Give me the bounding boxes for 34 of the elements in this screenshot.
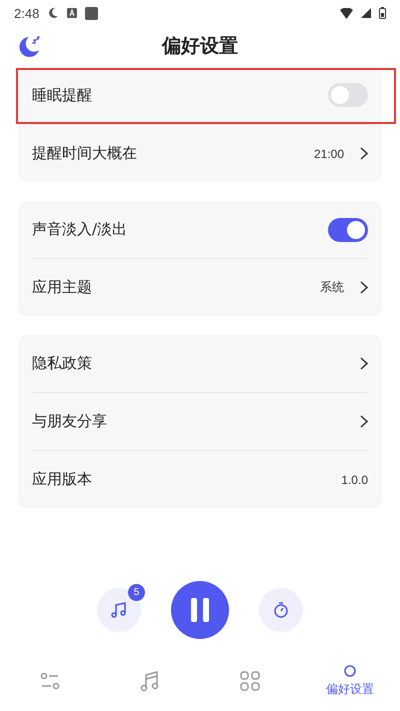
chevron-right-icon[interactable] bbox=[360, 357, 368, 370]
count-badge: 5 bbox=[128, 584, 145, 601]
toggle-switch[interactable] bbox=[328, 83, 368, 107]
stopwatch-icon bbox=[273, 601, 289, 619]
square-icon bbox=[85, 6, 98, 20]
grid-icon bbox=[240, 671, 260, 691]
page-title: 偏好设置 bbox=[162, 34, 238, 59]
toggle-switch[interactable] bbox=[328, 218, 368, 242]
moon-icon bbox=[18, 34, 42, 58]
text-icon bbox=[67, 8, 78, 18]
chevron-right-icon[interactable] bbox=[360, 147, 368, 160]
music-note-icon bbox=[140, 670, 160, 692]
setting-label: 隐私政策 bbox=[32, 354, 93, 373]
setting-label: 声音淡入/淡出 bbox=[32, 220, 128, 239]
signal-icon bbox=[361, 8, 371, 18]
setting-value: 21:00 bbox=[314, 146, 344, 160]
setting-label: 提醒时间大概在 bbox=[32, 144, 138, 163]
battery-icon bbox=[379, 7, 386, 19]
nav-tab[interactable]: 偏好设置 bbox=[300, 651, 400, 711]
setting-value: 系统 bbox=[320, 279, 344, 296]
setting-label: 睡眠提醒 bbox=[32, 86, 93, 104]
setting-value: 1.0.0 bbox=[341, 472, 368, 486]
timer-button[interactable] bbox=[259, 588, 303, 632]
setting-label: 与朋友分享 bbox=[32, 412, 108, 431]
chevron-right-icon[interactable] bbox=[360, 415, 368, 428]
pause-icon bbox=[189, 598, 211, 622]
status-time: 2:48 bbox=[14, 6, 40, 20]
chevron-right-icon[interactable] bbox=[360, 281, 368, 294]
music-note-icon bbox=[110, 601, 128, 619]
setting-label: 应用版本 bbox=[32, 470, 93, 489]
moon-icon bbox=[47, 7, 60, 19]
setting-label: 应用主题 bbox=[32, 278, 93, 297]
wifi-icon bbox=[340, 8, 353, 18]
sliders-icon bbox=[40, 672, 60, 690]
